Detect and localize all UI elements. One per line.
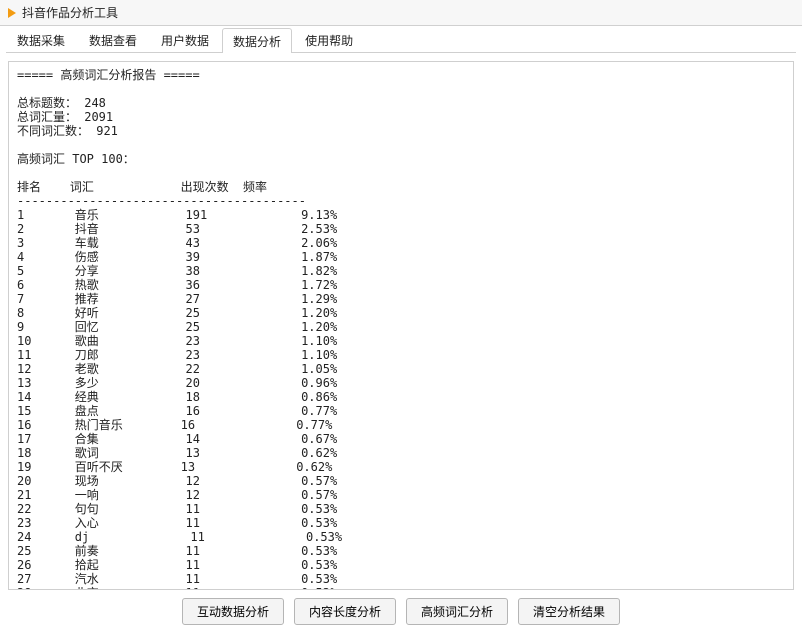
content-length-analysis-button[interactable]: 内容长度分析 (294, 598, 396, 625)
tab-4[interactable]: 使用帮助 (294, 27, 364, 52)
app-icon (8, 8, 16, 18)
report-area[interactable]: ===== 高频词汇分析报告 ===== 总标题数： 248 总词汇量： 209… (8, 61, 794, 590)
report-text: ===== 高频词汇分析报告 ===== 总标题数： 248 总词汇量： 209… (17, 68, 785, 590)
clear-results-button[interactable]: 清空分析结果 (518, 598, 620, 625)
titlebar: 抖音作品分析工具 (0, 0, 802, 26)
window-title: 抖音作品分析工具 (22, 0, 118, 26)
interaction-analysis-button[interactable]: 互动数据分析 (182, 598, 284, 625)
tab-3[interactable]: 数据分析 (222, 28, 292, 53)
tabs: 数据采集数据查看用户数据数据分析使用帮助 (0, 26, 802, 52)
action-bar: 互动数据分析 内容长度分析 高频词汇分析 清空分析结果 (0, 596, 802, 632)
app-window: 抖音作品分析工具 数据采集数据查看用户数据数据分析使用帮助 ===== 高频词汇… (0, 0, 802, 632)
high-freq-word-analysis-button[interactable]: 高频词汇分析 (406, 598, 508, 625)
tab-0[interactable]: 数据采集 (6, 27, 76, 52)
tab-1[interactable]: 数据查看 (78, 27, 148, 52)
tabs-separator (6, 52, 796, 53)
tab-2[interactable]: 用户数据 (150, 27, 220, 52)
